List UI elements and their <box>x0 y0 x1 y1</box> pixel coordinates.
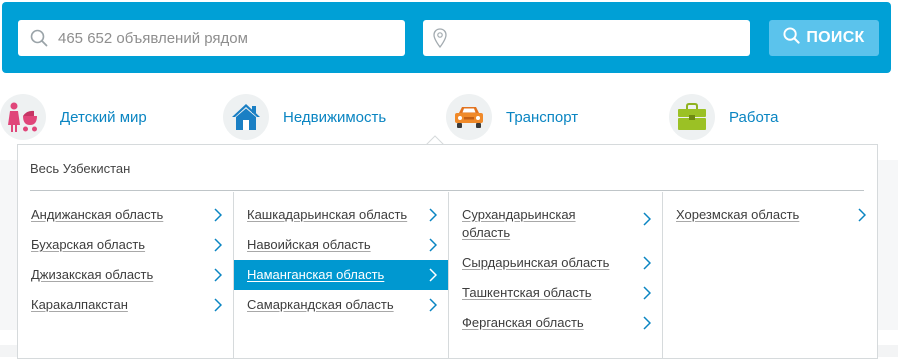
chevron-right-icon <box>643 316 651 330</box>
region-column: Сурхандарьинская область Сырдарьинская о… <box>449 192 663 358</box>
chevron-right-icon <box>429 268 437 282</box>
search-icon <box>783 27 800 49</box>
category-real-estate[interactable]: Недвижимость <box>223 92 386 142</box>
category-label: Транспорт <box>506 108 579 126</box>
region-all-uzbekistan[interactable]: Весь Узбекистан <box>30 161 130 176</box>
region-item[interactable]: Бухарская область <box>18 236 233 254</box>
chevron-right-icon <box>214 298 222 312</box>
region-column: Хорезмская область <box>663 192 877 358</box>
region-item-label: Навоийская область <box>247 237 371 252</box>
region-dropdown: Весь Узбекистан Андижанская область Буха… <box>17 144 878 359</box>
region-item-label: Хорезмская область <box>676 207 800 222</box>
category-kids[interactable]: Детский мир <box>0 92 147 142</box>
search-bar: ПОИСК <box>2 2 891 73</box>
region-item[interactable]: Сырдарьинская область <box>449 254 662 272</box>
search-icon <box>30 29 48 52</box>
stroller-mother-icon <box>0 94 46 140</box>
chevron-right-icon <box>643 256 651 270</box>
region-item[interactable]: Джизакская область <box>18 266 233 284</box>
region-item[interactable]: Навоийская область <box>234 236 448 254</box>
chevron-right-icon <box>643 286 651 300</box>
search-field[interactable] <box>18 20 405 56</box>
chevron-right-icon <box>214 238 222 252</box>
region-item-label: Бухарская область <box>31 237 146 252</box>
chevron-right-icon <box>429 298 437 312</box>
region-item[interactable]: Андижанская область <box>18 206 233 224</box>
region-item[interactable]: Ташкентская область <box>449 284 662 302</box>
chevron-right-icon <box>214 268 222 282</box>
category-transport[interactable]: Транспорт <box>446 92 578 142</box>
region-item-label: Наманганская область <box>247 267 385 282</box>
region-item-label: Сурхандарьинская область <box>462 207 576 240</box>
region-item-label: Ташкентская область <box>462 285 592 300</box>
category-label: Недвижимость <box>283 108 387 126</box>
region-column: Кашкадарьинская область Навоийская облас… <box>234 192 449 358</box>
chevron-right-icon <box>858 208 866 222</box>
region-item[interactable]: Сурхандарьинская область <box>449 206 662 242</box>
region-item[interactable]: Хорезмская область <box>663 206 877 224</box>
region-column: Андижанская область Бухарская область Дж… <box>18 192 234 358</box>
search-button-label: ПОИСК <box>806 29 865 46</box>
briefcase-icon <box>669 94 715 140</box>
car-icon <box>446 94 492 140</box>
region-item-selected[interactable]: Наманганская область <box>234 260 448 290</box>
chevron-right-icon <box>643 212 651 226</box>
region-item[interactable]: Ферганская область <box>449 314 662 332</box>
chevron-right-icon <box>429 208 437 222</box>
region-item-label: Самаркандская область <box>247 297 394 312</box>
region-item-label: Каракалпакстан <box>31 297 128 312</box>
region-item[interactable]: Каракалпакстан <box>18 296 233 314</box>
house-icon <box>223 94 269 140</box>
region-item-label: Андижанская область <box>31 207 164 222</box>
location-pin-icon <box>433 28 447 53</box>
search-input[interactable] <box>58 20 393 56</box>
location-field[interactable] <box>423 20 750 56</box>
category-bar: Детский мир Недвижимость Транспорт Работ… <box>0 92 898 142</box>
category-label: Работа <box>729 108 779 126</box>
chevron-right-icon <box>429 238 437 252</box>
region-item-label: Сырдарьинская область <box>462 255 610 270</box>
region-item-label: Джизакская область <box>31 267 154 282</box>
divider <box>30 190 864 191</box>
category-jobs[interactable]: Работа <box>669 92 779 142</box>
chevron-right-icon <box>214 208 222 222</box>
region-item-label: Ферганская область <box>462 315 584 330</box>
search-button[interactable]: ПОИСК <box>769 20 879 56</box>
region-item[interactable]: Самаркандская область <box>234 296 448 314</box>
region-item[interactable]: Кашкадарьинская область <box>234 206 448 224</box>
region-item-label: Кашкадарьинская область <box>247 207 408 222</box>
category-label: Детский мир <box>60 108 147 126</box>
